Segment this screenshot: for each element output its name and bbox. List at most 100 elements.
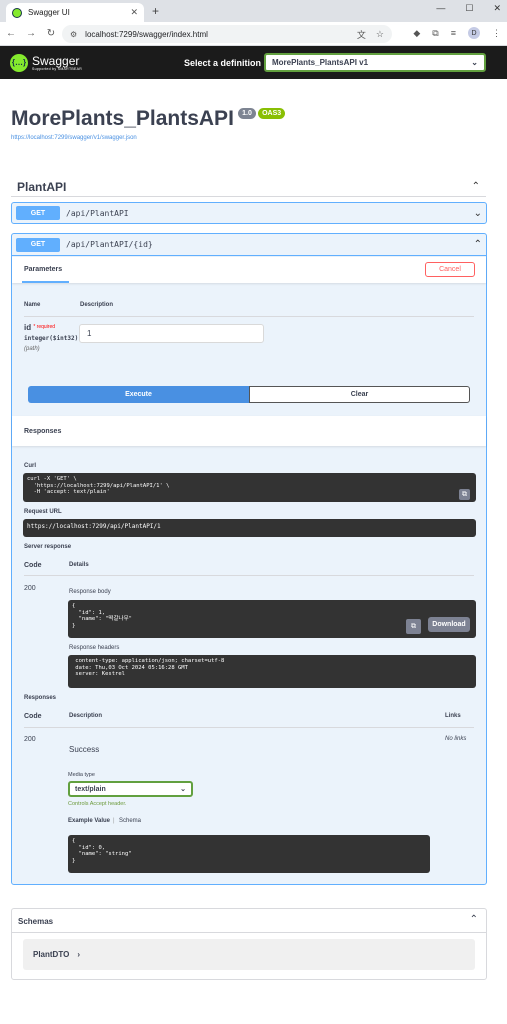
forward-icon[interactable]: → [26, 28, 36, 39]
tab-separator: | [113, 818, 115, 824]
definition-select[interactable]: MorePlants_PlantsAPI v1 ⌄ [264, 53, 486, 72]
curl-block: curl -X 'GET' \ 'https://localhost:7299/… [23, 473, 476, 502]
media-type-value: text/plain [75, 785, 106, 793]
puzzle-icon[interactable]: ⧉ [432, 28, 438, 39]
details-col-header: Details [69, 562, 89, 568]
no-links-text: No links [445, 736, 467, 742]
new-tab-icon[interactable]: + [152, 4, 159, 18]
swagger-logo-icon: {…} [10, 53, 28, 72]
swagger-json-link[interactable]: https://localhost:7299/swagger/v1/swagge… [11, 135, 137, 141]
responses-header: Responses [12, 416, 486, 446]
download-button[interactable]: Download [428, 617, 470, 632]
operation-get-all[interactable]: GET /api/PlantAPI ⌄ [11, 202, 487, 224]
parameters-tab[interactable]: Parameters [24, 266, 62, 273]
schemas-section: Schemas ⌃ PlantDTO › [11, 908, 487, 980]
extension-icon[interactable]: ◆ [413, 28, 420, 39]
example-value-block: { "id": 0, "name": "string" } [68, 835, 430, 873]
col-description-header: Description [80, 302, 114, 308]
operation-path: /api/PlantAPI/{id} [66, 240, 153, 249]
example-value-tab[interactable]: Example Value [68, 818, 110, 824]
oas-badge: OAS3 [258, 108, 286, 119]
clear-button[interactable]: Clear [249, 386, 470, 403]
doc-response-description: Success [69, 745, 100, 754]
definition-select-label: Select a definition [184, 58, 262, 68]
doc-response-code: 200 [24, 736, 36, 743]
execute-button[interactable]: Execute [28, 386, 249, 403]
param-type: integer($int32) [24, 335, 79, 342]
responses-doc-label: Responses [24, 695, 57, 701]
chevron-up-icon: ⌃ [473, 239, 482, 250]
schemas-title[interactable]: Schemas [18, 917, 53, 926]
api-info: MorePlants_PlantsAPI 1.0 OAS3 [11, 107, 286, 131]
operation-summary[interactable]: GET /api/PlantAPI/{id} ⌃ [12, 234, 486, 256]
minimize-icon[interactable]: — [436, 3, 445, 14]
divider [24, 727, 474, 728]
col-name-header: Name [24, 302, 41, 308]
close-tab-icon[interactable]: ✕ [130, 7, 138, 18]
curl-label: Curl [24, 463, 36, 469]
response-headers: content-type: application/json; charset=… [68, 655, 476, 688]
request-url: https://localhost:7299/api/PlantAPI/1 [23, 519, 476, 537]
media-type-select[interactable]: text/plain ⌄ [68, 781, 193, 797]
browser-toolbar: ← → ↻ ⚙ localhost:7299/swagger/index.htm… [0, 22, 507, 46]
url-text[interactable]: localhost:7299/swagger/index.html [85, 30, 347, 39]
code-col-header: Code [24, 562, 42, 569]
cancel-button[interactable]: Cancel [425, 262, 475, 277]
request-url-label: Request URL [24, 509, 62, 515]
param-name-text: id [24, 323, 32, 332]
operation-get-by-id: GET /api/PlantAPI/{id} ⌃ Parameters Canc… [11, 233, 487, 885]
id-input[interactable]: 1 [79, 324, 264, 343]
media-type-note: Controls Accept header. [68, 801, 127, 807]
server-response-label: Server response [24, 544, 72, 550]
logo-subtext: Supported by SMARTBEAR [32, 66, 83, 71]
menu-icon[interactable]: ⋮ [492, 28, 501, 39]
description-col-header: Description [69, 713, 103, 719]
responses-title: Responses [24, 428, 62, 435]
browser-actions: ◆ ⧉ ≡ D ⋮ [413, 27, 501, 39]
method-badge: GET [16, 237, 60, 252]
media-icon[interactable]: ≡ [451, 28, 456, 38]
maximize-icon[interactable]: ☐ [465, 3, 473, 14]
divider [24, 316, 474, 317]
execute-buttons: Execute Clear [28, 386, 470, 403]
version-badge: 1.0 [238, 108, 256, 119]
browser-tab[interactable]: Swagger UI ✕ [6, 3, 144, 22]
model-name: PlantDTO [33, 950, 70, 959]
copy-icon[interactable]: ⧉ [406, 619, 421, 634]
divider [24, 575, 474, 576]
parameters-header: Parameters Cancel [12, 257, 486, 283]
address-bar[interactable]: ⚙ localhost:7299/swagger/index.html 文 ☆ [62, 25, 392, 43]
chevron-right-icon: › [77, 950, 80, 959]
translate-icon[interactable]: 文 [357, 28, 366, 41]
media-type-label: Media type [68, 772, 95, 778]
tab-title: Swagger UI [28, 8, 70, 17]
close-window-icon[interactable]: ✕ [493, 3, 501, 14]
swagger-topbar: {…} Swagger Supported by SMARTBEAR Selec… [0, 46, 507, 79]
reload-icon[interactable]: ↻ [46, 28, 56, 39]
tag-header[interactable]: PlantAPI ⌃ [11, 177, 486, 197]
param-location: (path) [24, 346, 40, 352]
divider [12, 932, 486, 933]
param-name: id * required [24, 323, 55, 332]
response-code: 200 [24, 585, 36, 592]
tag-name: PlantAPI [17, 179, 67, 194]
model-plantdto[interactable]: PlantDTO › [23, 939, 475, 970]
site-info-icon[interactable]: ⚙ [70, 30, 77, 39]
swagger-favicon-icon [12, 7, 22, 18]
code-col-header: Code [24, 713, 42, 720]
definition-value: MorePlants_PlantsAPI v1 [272, 58, 369, 67]
schema-tab[interactable]: Schema [119, 818, 141, 824]
bookmark-star-icon[interactable]: ☆ [376, 29, 384, 40]
chevron-up-icon[interactable]: ⌃ [470, 914, 478, 925]
window-controls: — ☐ ✕ [436, 3, 501, 14]
browser-tab-bar: Swagger UI ✕ + — ☐ ✕ [0, 0, 507, 22]
swagger-logo[interactable]: Swagger Supported by SMARTBEAR [32, 55, 82, 71]
logo-text: Swagger [32, 53, 80, 68]
copy-icon[interactable]: ⧉ [459, 489, 470, 500]
response-body-label: Response body [69, 589, 111, 595]
tab-underline [22, 281, 69, 283]
operation-path: /api/PlantAPI [66, 208, 129, 218]
back-icon[interactable]: ← [6, 28, 16, 39]
profile-avatar[interactable]: D [468, 27, 480, 39]
required-marker: * required [33, 324, 56, 330]
